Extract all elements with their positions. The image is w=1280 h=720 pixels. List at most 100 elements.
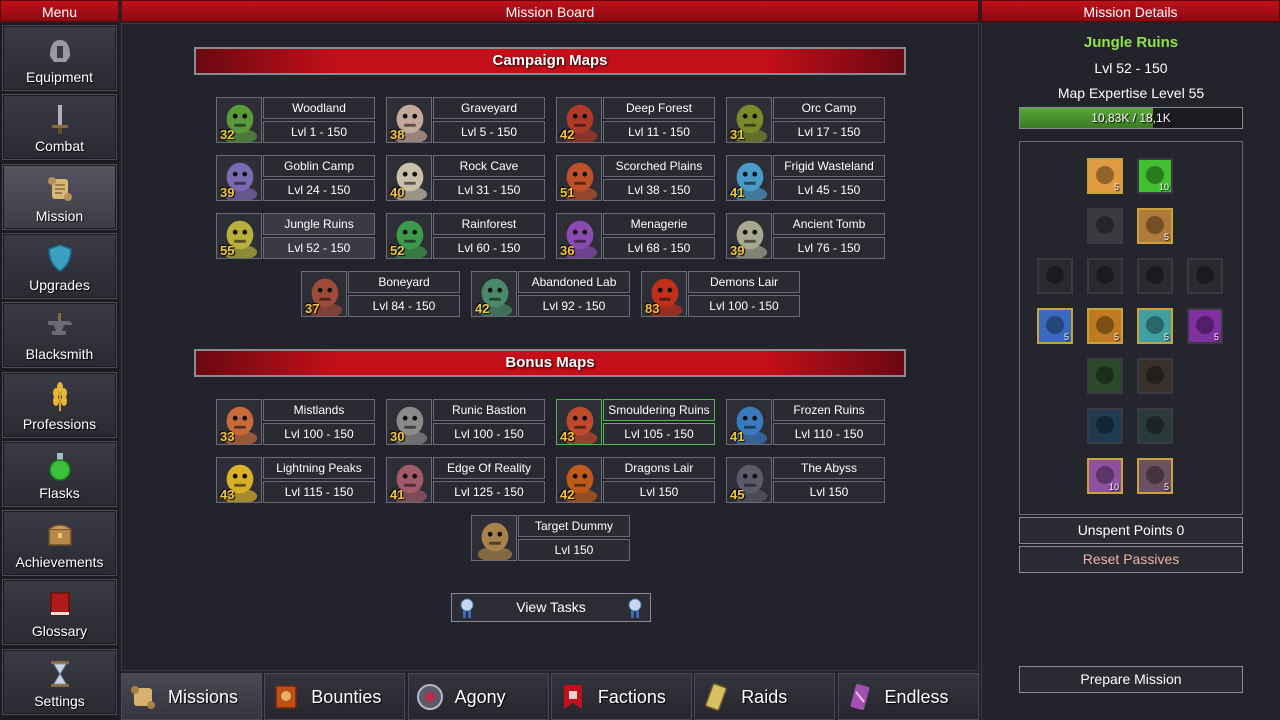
map-dragons-lair[interactable]: 42 Dragons Lair Lvl 150	[556, 457, 716, 507]
map-name: Edge Of Reality	[433, 457, 545, 479]
menu-item-label: Combat	[34, 138, 85, 155]
map-level-range: Lvl 31 - 150	[433, 179, 545, 201]
tab-agony[interactable]: Agony	[407, 673, 549, 720]
map-ancient-tomb[interactable]: 39 Ancient Tomb Lvl 76 - 150	[726, 213, 886, 263]
map-name: Woodland	[263, 97, 375, 119]
passive-node[interactable]: 5	[1137, 308, 1173, 344]
map-rock-cave[interactable]: 40 Rock Cave Lvl 31 - 150	[386, 155, 546, 205]
map-portrait: 42	[471, 271, 517, 317]
map-target-dummy[interactable]: Target Dummy Lvl 150	[471, 515, 631, 565]
map-portrait: 39	[726, 213, 772, 259]
passive-node[interactable]: 5	[1137, 208, 1173, 244]
passive-node[interactable]	[1137, 358, 1173, 394]
passive-node[interactable]	[1087, 208, 1123, 244]
map-scorched-plains[interactable]: 51 Scorched Plains Lvl 38 - 150	[556, 155, 716, 205]
tab-factions[interactable]: Factions	[550, 673, 692, 720]
passive-node[interactable]	[1087, 408, 1123, 444]
passive-node[interactable]	[1187, 258, 1223, 294]
banner-icon	[563, 685, 582, 709]
passive-node[interactable]	[1037, 258, 1073, 294]
map-portrait: 41	[726, 155, 772, 201]
tab-missions[interactable]: Missions	[121, 673, 262, 720]
prepare-mission-button[interactable]: Prepare Mission	[1019, 666, 1243, 693]
passive-node[interactable]: 10	[1137, 158, 1173, 194]
map-frigid-wasteland[interactable]: 41 Frigid Wasteland Lvl 45 - 150	[726, 155, 886, 205]
map-badge-number: 43	[560, 429, 575, 444]
menu-item-mission[interactable]: Mission	[2, 163, 117, 230]
tab-raids[interactable]: Raids	[694, 673, 836, 720]
map-deep-forest[interactable]: 42 Deep Forest Lvl 11 - 150	[556, 97, 716, 147]
book-icon	[49, 592, 70, 617]
map-boneyard[interactable]: 37 Boneyard Lvl 84 - 150	[301, 271, 461, 321]
demon-icon	[1039, 260, 1071, 292]
tab-label: Raids	[741, 687, 788, 707]
bonus-maps-banner: Bonus Maps	[194, 349, 906, 377]
map-orc-camp[interactable]: 31 Orc Camp Lvl 17 - 150	[726, 97, 886, 147]
map-frozen-ruins[interactable]: 41 Frozen Ruins Lvl 110 - 150	[726, 399, 886, 449]
tab-bounties[interactable]: Bounties	[264, 673, 406, 720]
tab-endless[interactable]: Endless	[837, 673, 979, 720]
passive-node[interactable]	[1137, 408, 1173, 444]
passive-count: 5	[1163, 332, 1169, 342]
passive-node[interactable]: 5	[1137, 458, 1173, 494]
map-name: Rainforest	[433, 213, 545, 235]
map-lightning-peaks[interactable]: 43 Lightning Peaks Lvl 115 - 150	[216, 457, 376, 507]
passive-count: 10	[1158, 182, 1169, 192]
menu-item-label: Achievements	[15, 554, 104, 571]
menu-item-label: Flasks	[39, 484, 80, 501]
passive-node[interactable]: 5	[1187, 308, 1223, 344]
map-menagerie[interactable]: 36 Menagerie Lvl 68 - 150	[556, 213, 716, 263]
passive-node[interactable]	[1087, 358, 1123, 394]
menu-item-label: Glossary	[31, 623, 88, 640]
map-expertise-level: Map Expertise Level 55	[1057, 85, 1205, 101]
map-badge-number: 55	[220, 243, 235, 258]
map-name: Runic Bastion	[433, 399, 545, 421]
map-runic-bastion[interactable]: 30 Runic Bastion Lvl 100 - 150	[386, 399, 546, 449]
menu-item-achievements[interactable]: Achievements	[2, 510, 117, 577]
menu-item-professions[interactable]: Professions	[2, 371, 117, 438]
map-the-abyss[interactable]: 45 The Abyss Lvl 150	[726, 457, 886, 507]
map-name: Deep Forest	[603, 97, 715, 119]
map-rainforest[interactable]: 52 Rainforest Lvl 60 - 150	[386, 213, 546, 263]
reset-passives-button[interactable]: Reset Passives	[1019, 546, 1243, 573]
map-graveyard[interactable]: 38 Graveyard Lvl 5 - 150	[386, 97, 546, 147]
passive-node[interactable]: 10	[1087, 458, 1123, 494]
map-woodland[interactable]: 32 Woodland Lvl 1 - 150	[216, 97, 376, 147]
map-smouldering-ruins[interactable]: 43 Smouldering Ruins Lvl 105 - 150	[556, 399, 716, 449]
menu-item-settings[interactable]: Settings	[2, 648, 117, 715]
tab-label: Bounties	[311, 687, 382, 707]
passive-node[interactable]	[1087, 258, 1123, 294]
map-abandoned-lab[interactable]: 42 Abandoned Lab Lvl 92 - 150	[471, 271, 631, 321]
map-demons-lair[interactable]: 83 Demons Lair Lvl 100 - 150	[641, 271, 801, 321]
tab-label: Factions	[597, 687, 666, 707]
passive-count: 5	[1163, 482, 1169, 492]
map-edge-of-reality[interactable]: 41 Edge Of Reality Lvl 125 - 150	[386, 457, 546, 507]
menu-item-combat[interactable]: Combat	[2, 94, 117, 161]
map-badge-number: 31	[730, 127, 745, 142]
map-badge-number: 52	[390, 243, 405, 258]
passive-count: 5	[1213, 332, 1219, 342]
raid-icon	[705, 683, 728, 711]
menu-item-equipment[interactable]: Equipment	[2, 25, 117, 91]
menu-item-blacksmith[interactable]: Blacksmith	[2, 302, 117, 369]
medal-icon	[628, 598, 642, 618]
menu-item-upgrades[interactable]: Upgrades	[2, 232, 117, 299]
menu-item-flasks[interactable]: Flasks	[2, 440, 117, 507]
tab-label: Agony	[454, 687, 506, 707]
passive-node[interactable]: 5	[1037, 308, 1073, 344]
passive-node[interactable]: 5	[1087, 158, 1123, 194]
map-jungle-ruins[interactable]: 55 Jungle Ruins Lvl 52 - 150	[216, 213, 376, 263]
view-tasks-button[interactable]: View Tasks	[451, 593, 651, 622]
left-menu: Equipment Combat Mission Upgrades Blacksmith…	[0, 23, 119, 720]
passive-node[interactable]	[1137, 258, 1173, 294]
menu-item-glossary[interactable]: Glossary	[2, 579, 117, 646]
shield-icon	[47, 244, 72, 272]
map-goblin-camp[interactable]: 39 Goblin Camp Lvl 24 - 150	[216, 155, 376, 205]
passive-node[interactable]: 5	[1087, 308, 1123, 344]
map-name: Goblin Camp	[263, 155, 375, 177]
map-portrait: 42	[556, 97, 602, 143]
map-mistlands[interactable]: 33 Mistlands Lvl 100 - 150	[216, 399, 376, 449]
expertise-progress-bar: 10,83K / 18,1K	[1019, 107, 1243, 129]
passive-tree: 5 10 5 5 5 5 5 10 5	[1019, 141, 1243, 515]
map-name: Lightning Peaks	[263, 457, 375, 479]
